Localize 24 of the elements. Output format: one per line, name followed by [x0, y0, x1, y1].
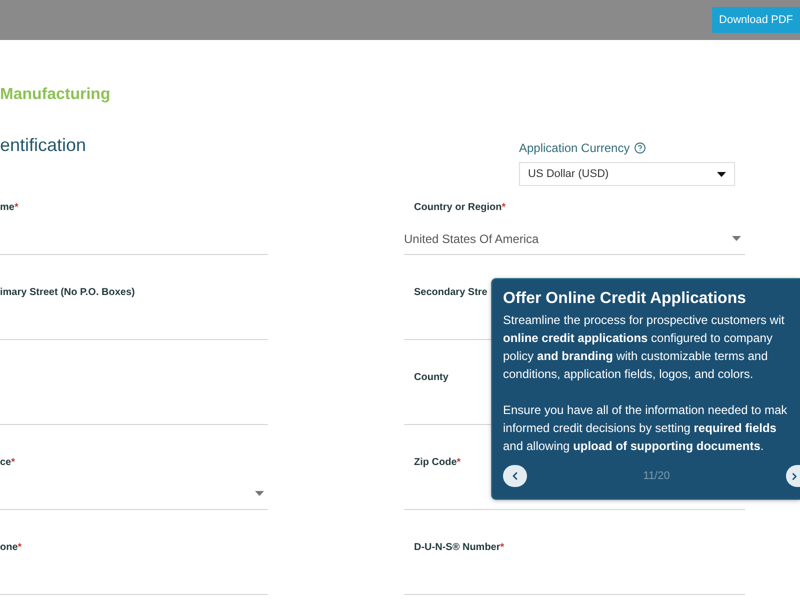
field-label: Zip Code*	[414, 456, 461, 470]
field-label: D-U-N-S® Number*	[414, 541, 504, 555]
field-label: me*	[0, 201, 18, 215]
popover-title: Offer Online Credit Applications	[503, 289, 746, 309]
popover-text: Streamline the process for prospective customers wit online credit applications configured to company policy and branding with customizable terms and conditions, application fields, logos, and colors.	[503, 312, 784, 383]
select-field[interactable]: United States Of America	[404, 223, 745, 255]
company-name: Manufacturing	[0, 85, 110, 105]
section-title: entification	[0, 134, 86, 156]
field-label: imary Street (No P.O. Boxes)	[0, 286, 135, 300]
step-counter: 11/20	[643, 470, 670, 482]
field-label: Country or Region*	[414, 201, 506, 215]
caret-down-icon	[717, 172, 726, 176]
field-label: Secondary Stre	[414, 286, 488, 300]
currency-select[interactable]: US Dollar (USD)	[519, 162, 735, 186]
next-button[interactable]	[786, 465, 800, 487]
previous-button[interactable]	[503, 465, 527, 487]
currency-label: Application Currency	[519, 140, 630, 156]
field-label: one*	[0, 541, 22, 555]
help-icon[interactable]	[634, 142, 646, 154]
field-label: ce*	[0, 456, 16, 470]
caret-down-icon	[732, 236, 741, 241]
field-label: County	[414, 371, 448, 385]
caret-down-icon	[255, 491, 264, 496]
popover-text: Ensure you have all of the information needed to mak informed credit decisions by setting required fields and allowing upload of supporting documents.	[503, 402, 788, 455]
